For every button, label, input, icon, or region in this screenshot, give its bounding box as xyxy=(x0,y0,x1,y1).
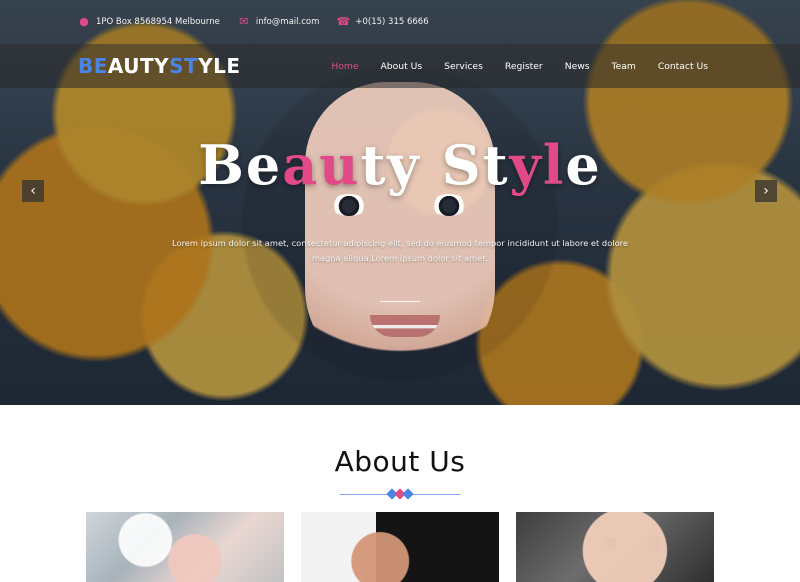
about-card-2[interactable] xyxy=(301,512,499,582)
nav-menu: Home About Us Services Register News Tea… xyxy=(331,61,708,72)
mail-icon: ✉ xyxy=(239,15,249,28)
hero-title-part-3: ty St xyxy=(360,133,510,197)
brand-logo[interactable]: BE AUTY ST YLE xyxy=(78,54,241,78)
topbar-phone[interactable]: ☎ +0(15) 315 6666 xyxy=(336,15,429,28)
main-nav: BE AUTY ST YLE Home About Us Services Re… xyxy=(0,44,800,88)
about-card-1[interactable] xyxy=(86,512,284,582)
address-text: 1PO Box 8568954 Melbourne xyxy=(96,17,220,27)
topbar-address: ● 1PO Box 8568954 Melbourne xyxy=(78,16,220,28)
phone-text[interactable]: +0(15) 315 6666 xyxy=(355,17,428,27)
location-icon: ● xyxy=(79,15,89,28)
nav-news[interactable]: News xyxy=(565,61,590,72)
carousel-next-button[interactable]: › xyxy=(755,180,777,202)
carousel-prev-button[interactable]: ‹ xyxy=(22,180,44,202)
about-cards xyxy=(86,512,716,582)
nav-register[interactable]: Register xyxy=(505,61,543,72)
email-text[interactable]: info@mail.com xyxy=(256,17,320,27)
about-card-3[interactable] xyxy=(516,512,714,582)
topbar-email[interactable]: ✉ info@mail.com xyxy=(238,15,320,28)
nav-services[interactable]: Services xyxy=(444,61,483,72)
nav-contact-us[interactable]: Contact Us xyxy=(658,61,708,72)
chevron-right-icon: › xyxy=(763,183,769,199)
hero-title-part-1: Be xyxy=(198,133,283,197)
about-section: About Us xyxy=(0,405,800,582)
about-title: About Us xyxy=(334,445,466,478)
brand-normal-2: YLE xyxy=(198,54,241,78)
about-separator xyxy=(340,488,460,500)
hero-title-part-5: e xyxy=(565,133,602,197)
topbar: ● 1PO Box 8568954 Melbourne ✉ info@mail.… xyxy=(0,0,800,44)
hero-divider xyxy=(380,301,420,302)
hero-title-part-2: au xyxy=(282,133,361,197)
diamond-icon xyxy=(402,488,414,500)
nav-home[interactable]: Home xyxy=(331,61,358,72)
hero-content: Beauty Style Lorem ipsum dolor sit amet,… xyxy=(0,88,800,405)
brand-accent-2: ST xyxy=(169,54,199,78)
chevron-left-icon: ‹ xyxy=(30,183,36,199)
nav-about-us[interactable]: About Us xyxy=(381,61,423,72)
hero-title-part-4: yl xyxy=(509,133,566,197)
brand-accent-1: BE xyxy=(78,54,108,78)
phone-icon: ☎ xyxy=(336,15,351,28)
hero-title: Beauty Style xyxy=(0,133,800,197)
hero-paragraph: Lorem ipsum dolor sit amet, consectetur … xyxy=(172,238,628,263)
nav-team[interactable]: Team xyxy=(612,61,636,72)
hero: ● 1PO Box 8568954 Melbourne ✉ info@mail.… xyxy=(0,0,800,405)
brand-normal-1: AUTY xyxy=(107,54,170,78)
